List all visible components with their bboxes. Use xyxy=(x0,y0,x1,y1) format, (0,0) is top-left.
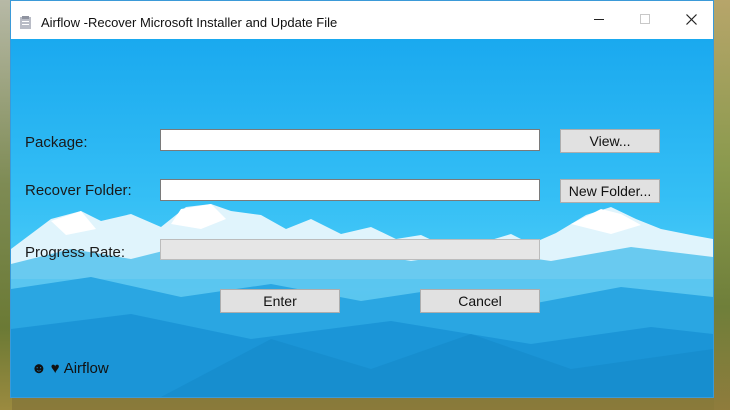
package-input[interactable] xyxy=(160,129,540,151)
cancel-button[interactable]: Cancel xyxy=(420,289,540,313)
app-window: Airflow -Recover Microsoft Installer and… xyxy=(10,0,714,398)
maximize-button[interactable] xyxy=(622,1,668,37)
close-icon xyxy=(685,13,697,25)
smiley-icon: ☻ xyxy=(31,360,47,377)
close-button[interactable] xyxy=(668,1,714,37)
new-folder-button[interactable]: New Folder... xyxy=(560,179,660,203)
window-title: Airflow -Recover Microsoft Installer and… xyxy=(41,15,338,30)
progress-bar xyxy=(160,239,540,260)
view-button[interactable]: View... xyxy=(560,129,660,153)
recover-folder-label: Recover Folder: xyxy=(25,182,132,199)
heart-icon: ♥ xyxy=(50,360,60,377)
minimize-button[interactable] xyxy=(576,1,622,37)
footer-brand: ☻ ♥ Airflow xyxy=(31,360,113,377)
maximize-icon xyxy=(640,14,650,24)
recover-folder-input[interactable] xyxy=(160,179,540,201)
brand-text: Airflow xyxy=(63,360,109,377)
title-bar[interactable]: Airflow -Recover Microsoft Installer and… xyxy=(11,1,713,39)
progress-rate-label: Progress Rate: xyxy=(25,244,126,261)
package-label: Package: xyxy=(25,134,88,151)
enter-button[interactable]: Enter xyxy=(220,289,340,313)
client-area: Package: View... Recover Folder: New Fol… xyxy=(11,39,713,397)
minimize-icon xyxy=(594,19,604,20)
app-icon xyxy=(20,16,31,29)
mountain-background xyxy=(11,204,713,397)
desktop-wallpaper-right xyxy=(714,0,730,410)
